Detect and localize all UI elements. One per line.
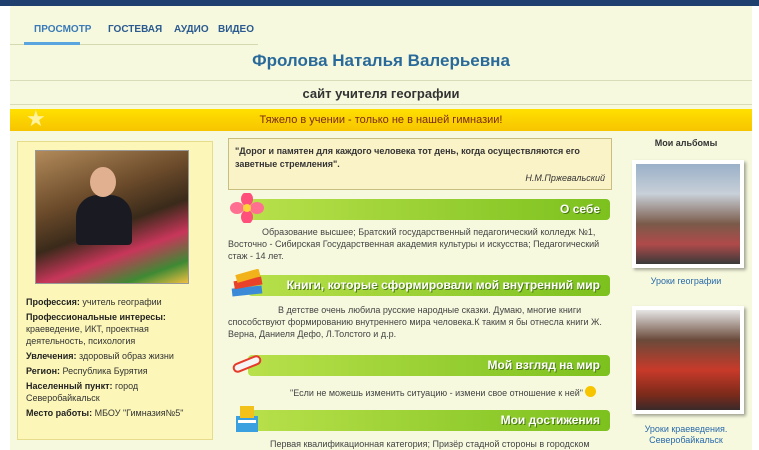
profile-field-key: Профессия:	[26, 297, 80, 307]
page-subtitle: сайт учителя географии	[302, 86, 460, 101]
profile-field-key: Профессиональные интересы:	[26, 312, 166, 322]
profile-panel: Профессия: учитель географии Профессиона…	[17, 141, 213, 440]
nav-guestbook-link[interactable]: ГОСТЕВАЯ	[108, 24, 162, 35]
section-text-achievements: Первая квалификационная категория; Призё…	[270, 439, 590, 449]
profile-field: Место работы: МБОУ "Гимназия№5"	[26, 407, 206, 419]
nav-audio-link[interactable]: АУДИО	[174, 24, 209, 35]
section-bar	[248, 199, 610, 220]
trophy-icon	[236, 406, 258, 432]
profile-field-value: учитель географии	[82, 297, 162, 307]
section-title: О себе	[560, 202, 600, 216]
nav-view-link[interactable]: ПРОСМОТР	[34, 24, 91, 35]
top-nav: ПРОСМОТР ГОСТЕВАЯ АУДИО ВИДЕО	[10, 16, 258, 45]
motto-text: Тяжело в учении - только не в нашей гимн…	[259, 114, 503, 126]
profile-field: Увлечения: здоровый образ жизни	[26, 350, 206, 362]
profile-field-value: краеведение, ИКТ, проектная деятельность…	[26, 324, 149, 346]
album-caption-geography[interactable]: Уроки географии	[624, 276, 748, 286]
photo-person-face	[90, 167, 116, 197]
section-header-books: Книги, которые сформировали мой внутренн…	[228, 269, 610, 297]
divider	[10, 80, 752, 81]
nav-video-link[interactable]: ВИДЕО	[218, 24, 254, 35]
rolled-paper-icon	[232, 355, 262, 373]
quote-author: Н.М.Пржевальский	[525, 173, 605, 183]
album-caption-local-history[interactable]: Уроки краеведения. Северобайкальск	[624, 424, 748, 446]
section-header-worldview: Мой взгляд на мир	[228, 355, 610, 376]
profile-field-key: Регион:	[26, 366, 60, 376]
photo-person-body	[76, 195, 132, 245]
section-title: Мой взгляд на мир	[487, 358, 601, 372]
section-text-books: В детстве очень любила русские народные …	[228, 305, 602, 339]
profile-field: Регион: Республика Бурятия	[26, 365, 206, 377]
quote-text: "Дорог и памятен для каждого человека то…	[235, 146, 580, 169]
profile-field-key: Увлечения:	[26, 351, 77, 361]
section-header-achievements: Мои достижения	[228, 406, 610, 432]
profile-field-key: Место работы:	[26, 408, 93, 418]
section-header-about: О себе	[228, 193, 610, 223]
profile-field: Профессия: учитель географии	[26, 296, 206, 308]
albums-title: Мои альбомы	[654, 138, 718, 148]
page-title: Фролова Наталья Валерьевна	[252, 51, 510, 70]
divider	[10, 104, 752, 105]
profile-field-value: МБОУ "Гимназия№5"	[94, 408, 184, 418]
profile-field-value: здоровый образ жизни	[79, 351, 174, 361]
profile-field: Профессиональные интересы: краеведение, …	[26, 311, 206, 347]
album-thumbnail-local-history[interactable]	[632, 306, 744, 414]
album-image	[636, 310, 740, 410]
profile-photo	[35, 150, 189, 284]
profile-field-value: Республика Бурятия	[62, 366, 148, 376]
album-thumbnail-geography[interactable]	[632, 160, 744, 268]
profile-info: Профессия: учитель географии Профессиона…	[26, 296, 206, 422]
profile-field-key: Населенный пункт:	[26, 381, 113, 391]
nav-active-indicator	[24, 42, 80, 45]
section-title: Книги, которые сформировали мой внутренн…	[286, 278, 600, 292]
section-text-about: Образование высшее; Братский государстве…	[228, 227, 600, 261]
worldview-quote: "Если не можешь изменить ситуацию - изме…	[290, 388, 583, 398]
profile-field: Населенный пункт: город Северобайкальск	[26, 380, 206, 404]
books-icon	[231, 269, 263, 297]
quote-box: "Дорог и памятен для каждого человека то…	[228, 138, 612, 190]
section-title: Мои достижения	[500, 413, 600, 427]
album-image	[636, 164, 740, 264]
smiley-icon	[585, 386, 597, 397]
section-text-worldview: "Если не можешь изменить ситуацию - изме…	[290, 386, 610, 399]
motto-banner: ★ Тяжело в учении - только не в нашей ги…	[10, 107, 752, 131]
flower-icon	[230, 193, 264, 223]
